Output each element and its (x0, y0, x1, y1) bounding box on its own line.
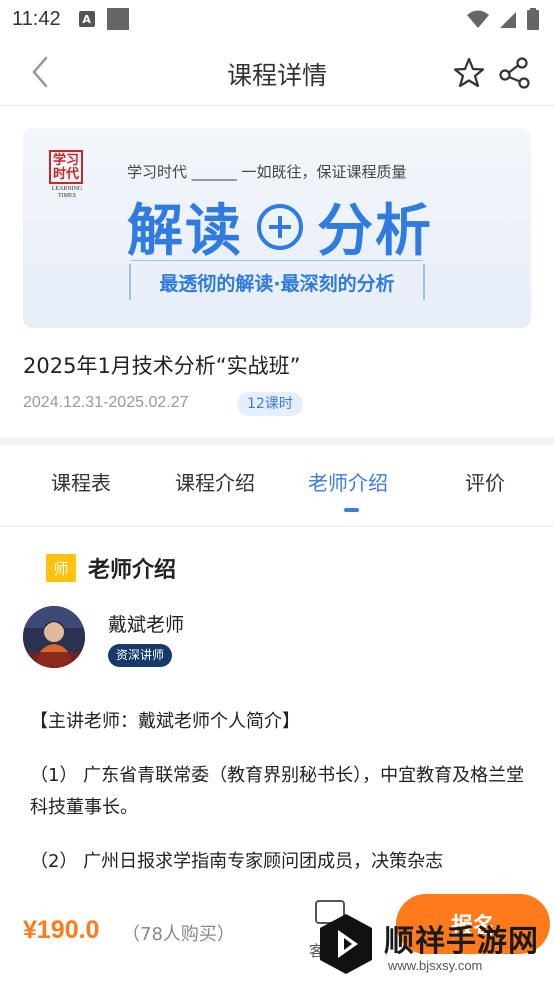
plus-circle-icon (257, 203, 303, 250)
teacher-name: 戴斌老师 (108, 614, 185, 636)
tab-reviews[interactable]: 评价 (465, 467, 505, 496)
favorite-button[interactable] (452, 56, 486, 90)
tab-bar: 课程表 课程介绍 老师介绍 评价 (0, 445, 554, 527)
teacher-avatar (23, 606, 85, 668)
tab-course-intro[interactable]: 课程介绍 (175, 467, 255, 496)
banner-word-right: 分析 (317, 199, 433, 264)
wifi-icon (467, 10, 489, 28)
logo-english: LEARNING TIMES (51, 186, 83, 199)
buyer-count: （78人购买） (122, 924, 235, 945)
intro-paragraph: （1） 广东省青联常委（教育界别秘书长），中宜教育及格兰堂科技董事长。 (30, 765, 525, 818)
share-icon (499, 57, 530, 89)
section-divider (0, 437, 554, 445)
header: 课程详情 (0, 38, 554, 106)
banner-subtitle: 学习时代 ______ 一如既往，保证课程质量 (127, 163, 407, 181)
status-time: 11:42 (12, 7, 61, 30)
signal-icon (500, 12, 516, 28)
banner-tagline: 最透彻的解读·最深刻的分析 (129, 260, 425, 300)
banner-word-left: 解读 (127, 199, 243, 264)
star-icon (453, 57, 485, 88)
share-button[interactable] (498, 56, 532, 90)
status-bar: 11:42 A (0, 0, 554, 38)
watermark-logo-icon (320, 914, 372, 974)
accessibility-a-icon: A (78, 11, 95, 27)
learning-times-logo: 学习时代 LEARNING TIMES (49, 150, 85, 200)
course-title: 2025年1月技术分析“实战班” (23, 354, 301, 378)
banner-headline: 解读 分析 (127, 186, 433, 267)
teacher-section-header: 师 老师介绍 (46, 552, 176, 584)
notification-square-icon (106, 8, 129, 30)
intro-paragraph: 【主讲老师：戴斌老师个人简介】 (30, 711, 300, 732)
course-banner: 学习时代 LEARNING TIMES 学习时代 ______ 一如既往，保证课… (23, 128, 531, 328)
course-price: ¥190.0 (23, 916, 100, 944)
watermark-url: www.bjsxsy.com (388, 958, 483, 973)
status-right-icons (466, 8, 540, 30)
status-notification-icons: A (78, 8, 129, 30)
tab-schedule[interactable]: 课程表 (51, 467, 111, 496)
intro-paragraph: （2） 广州日报求学指南专家顾问团成员，决策杂志 (30, 851, 444, 872)
teacher-intro-text: 【主讲老师：戴斌老师个人简介】 （1） 广东省青联常委（教育界别秘书长），中宜教… (30, 706, 530, 900)
site-watermark: 顺祥手游网 www.bjsxsy.com (312, 906, 552, 982)
course-dates: 2024.12.31-2025.02.27 (23, 394, 189, 411)
teacher-tag-icon: 师 (46, 554, 76, 582)
tab-teacher-intro[interactable]: 老师介绍 (308, 467, 388, 496)
battery-icon (527, 8, 539, 30)
section-title: 老师介绍 (88, 558, 177, 583)
hours-badge: 12课时 (237, 392, 303, 416)
logo-seal: 学习时代 (49, 150, 83, 184)
tab-active-indicator (344, 508, 359, 512)
teacher-level-badge: 资深讲师 (108, 644, 173, 667)
watermark-text: 顺祥手游网 (384, 924, 539, 959)
